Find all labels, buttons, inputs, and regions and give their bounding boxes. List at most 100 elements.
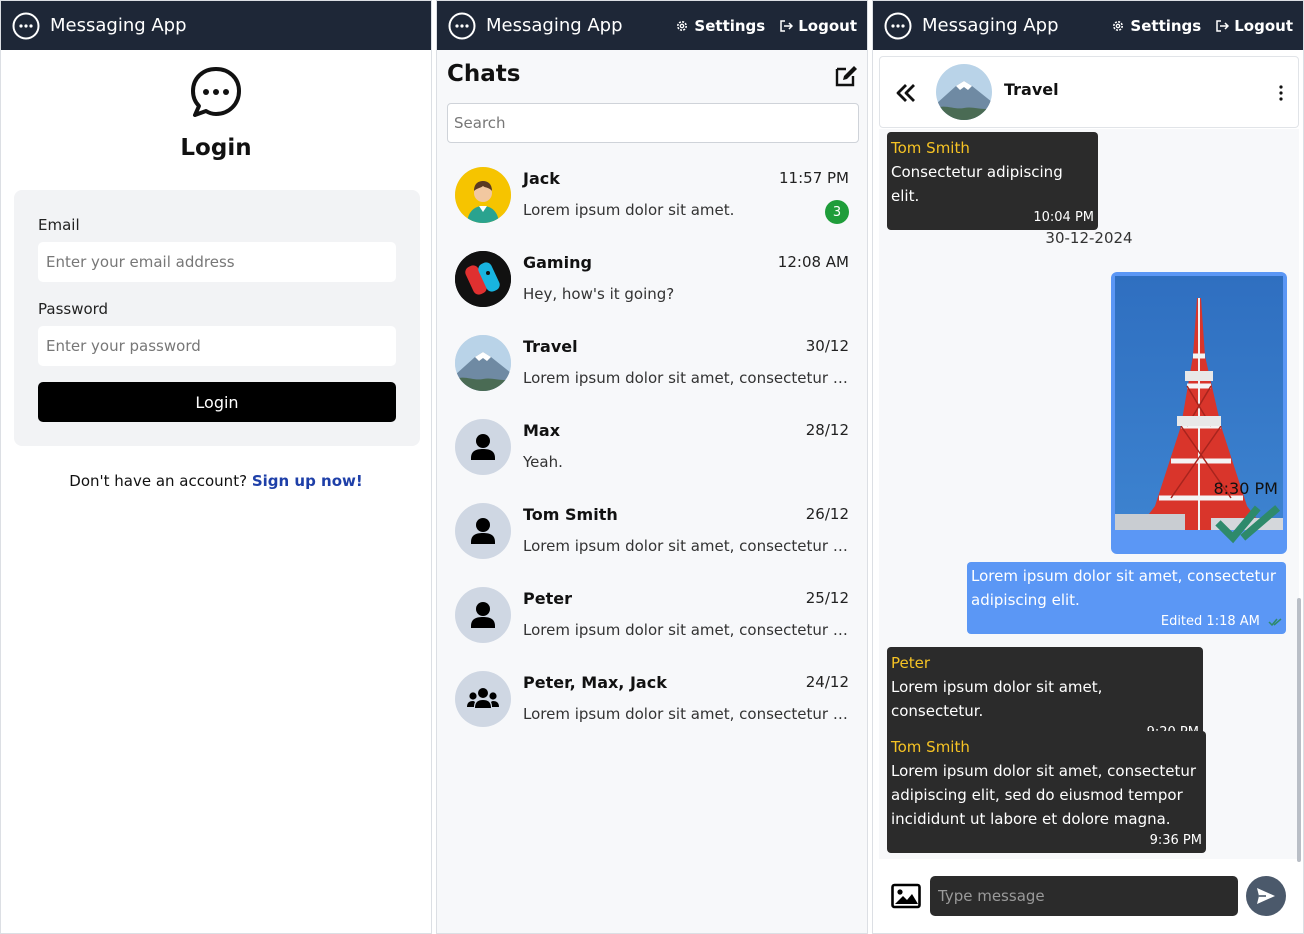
message-time: 10:04 PM <box>1033 210 1094 225</box>
chat-preview: Lorem ipsum dolor sit amet, consectetur … <box>523 369 849 387</box>
app-title[interactable]: Messaging App <box>922 15 1059 36</box>
search-input[interactable] <box>447 103 859 143</box>
chat-item-max[interactable]: Max 28/12 Yeah. <box>437 405 867 489</box>
message-text: Consectetur adipiscing elit. <box>891 163 1063 205</box>
avatar <box>936 64 992 120</box>
login-title: Login <box>180 135 252 161</box>
chat-name: Max <box>523 421 561 440</box>
logout-label: Logout <box>798 16 857 35</box>
message-sender: Tom Smith <box>891 738 970 756</box>
message-text: Lorem ipsum dolor sit amet, consectetur … <box>891 762 1197 828</box>
password-field[interactable] <box>38 326 396 366</box>
mountain-photo-icon <box>936 64 992 120</box>
chat-item-peter[interactable]: Peter 25/12 Lorem ipsum dolor sit amet, … <box>437 573 867 657</box>
message-composer <box>879 863 1299 931</box>
chat-preview: Lorem ipsum dolor sit amet, consectetur … <box>523 621 849 639</box>
double-chevron-left-icon[interactable] <box>894 81 918 105</box>
signup-prompt: Don't have an account? Sign up now! <box>1 472 431 490</box>
login-panel: Messaging App Login Email Password Login… <box>0 0 432 934</box>
chat-list: Jack 11:57 PM Lorem ipsum dolor sit amet… <box>437 153 867 741</box>
chat-name: Peter, Max, Jack <box>523 673 667 692</box>
settings-link[interactable]: Settings <box>1111 17 1201 35</box>
avatar <box>455 335 511 391</box>
chat-item-jack[interactable]: Jack 11:57 PM Lorem ipsum dolor sit amet… <box>437 153 867 237</box>
avatar <box>455 587 511 643</box>
chat-time: 12:08 AM <box>777 253 849 271</box>
unread-badge: 3 <box>825 200 849 224</box>
message-time-text: Edited 1:18 AM <box>1160 614 1260 629</box>
avatar <box>455 167 511 223</box>
message-image-outgoing[interactable]: 8:30 PM <box>1111 272 1287 554</box>
chat-item-group[interactable]: Peter, Max, Jack 24/12 Lorem ipsum dolor… <box>437 657 867 741</box>
chat-name: Tom Smith <box>523 505 618 524</box>
chat-time: 11:57 PM <box>779 169 849 187</box>
message-sender: Tom Smith <box>891 139 970 157</box>
message-incoming[interactable]: Tom Smith Lorem ipsum dolor sit amet, co… <box>887 731 1206 853</box>
app-title[interactable]: Messaging App <box>50 15 187 36</box>
message-time-text: 8:30 PM <box>1213 479 1278 499</box>
signup-link[interactable]: Sign up now! <box>252 472 363 490</box>
image-icon[interactable] <box>891 883 921 909</box>
app-title[interactable]: Messaging App <box>486 15 623 36</box>
conversation-title: Travel <box>1004 80 1059 99</box>
message-input[interactable] <box>930 876 1238 916</box>
message-text: Lorem ipsum dolor sit amet, consectetur. <box>891 678 1103 720</box>
mountain-photo-icon <box>455 335 511 391</box>
logout-link[interactable]: Logout <box>1215 17 1293 35</box>
user-icon <box>471 602 495 628</box>
double-check-icon <box>1268 617 1282 626</box>
message-text: Lorem ipsum dolor sit amet, consectetur … <box>971 567 1277 609</box>
logout-icon <box>1216 19 1230 32</box>
logout-label: Logout <box>1234 16 1293 35</box>
message-outgoing[interactable]: Lorem ipsum dolor sit amet, consectetur … <box>967 562 1286 634</box>
avatar <box>455 251 511 307</box>
top-bar: Messaging App <box>1 1 431 50</box>
logout-link[interactable]: Logout <box>779 17 857 35</box>
chats-panel: Messaging App Settings Logout Chats Sear… <box>436 0 868 934</box>
gear-icon <box>1113 20 1124 31</box>
message-sender: Peter <box>891 654 931 672</box>
top-bar: Messaging App Settings Logout <box>873 1 1303 50</box>
chat-bubble-icon <box>191 67 241 117</box>
compose-icon[interactable] <box>833 63 859 89</box>
message-time: Edited 1:18 AM <box>971 612 1282 632</box>
user-icon <box>471 518 495 544</box>
top-bar: Messaging App Settings Logout <box>437 1 867 50</box>
chat-item-gaming[interactable]: Gaming 12:08 AM Hey, how's it going? <box>437 237 867 321</box>
chat-preview: Lorem ipsum dolor sit amet. <box>523 201 735 219</box>
login-form: Email Password Login <box>14 190 420 446</box>
conversation-panel: Messaging App Settings Logout Travel Tom… <box>872 0 1304 934</box>
date-separator: 30-12-2024 <box>1045 229 1133 247</box>
scrollbar[interactable] <box>1297 598 1301 862</box>
game-controller-photo-icon <box>455 251 511 307</box>
chat-bubble-icon[interactable] <box>11 11 41 41</box>
login-button[interactable]: Login <box>38 382 396 422</box>
password-label: Password <box>38 300 109 318</box>
message-incoming[interactable]: Tom Smith Consectetur adipiscing elit. 1… <box>887 132 1098 230</box>
double-check-icon <box>1215 505 1281 544</box>
email-field[interactable] <box>38 242 396 282</box>
chat-time: 26/12 <box>805 505 849 523</box>
email-label: Email <box>38 216 80 234</box>
more-vertical-icon[interactable] <box>1274 83 1288 103</box>
settings-label: Settings <box>694 16 766 35</box>
chat-item-tom-smith[interactable]: Tom Smith 26/12 Lorem ipsum dolor sit am… <box>437 489 867 573</box>
chat-name: Jack <box>523 169 560 188</box>
chat-time: 25/12 <box>805 589 849 607</box>
send-button[interactable] <box>1246 876 1286 916</box>
chat-bubble-icon[interactable] <box>883 11 913 41</box>
settings-link[interactable]: Settings <box>675 17 765 35</box>
message-time: 8:30 PM <box>1213 479 1283 552</box>
chat-item-travel[interactable]: Travel 30/12 Lorem ipsum dolor sit amet,… <box>437 321 867 405</box>
chat-name: Travel <box>523 337 578 356</box>
signup-prompt-text: Don't have an account? <box>69 472 248 490</box>
avatar <box>455 671 511 727</box>
chat-name: Gaming <box>523 253 592 272</box>
chat-time: 24/12 <box>805 673 849 691</box>
settings-label: Settings <box>1130 16 1202 35</box>
chat-preview: Yeah. <box>523 453 563 471</box>
message-list: Tom Smith Consectetur adipiscing elit. 1… <box>879 129 1299 859</box>
chat-preview: Lorem ipsum dolor sit amet, consectetur … <box>523 537 849 555</box>
chats-title: Chats <box>447 61 521 87</box>
chat-bubble-icon[interactable] <box>447 11 477 41</box>
